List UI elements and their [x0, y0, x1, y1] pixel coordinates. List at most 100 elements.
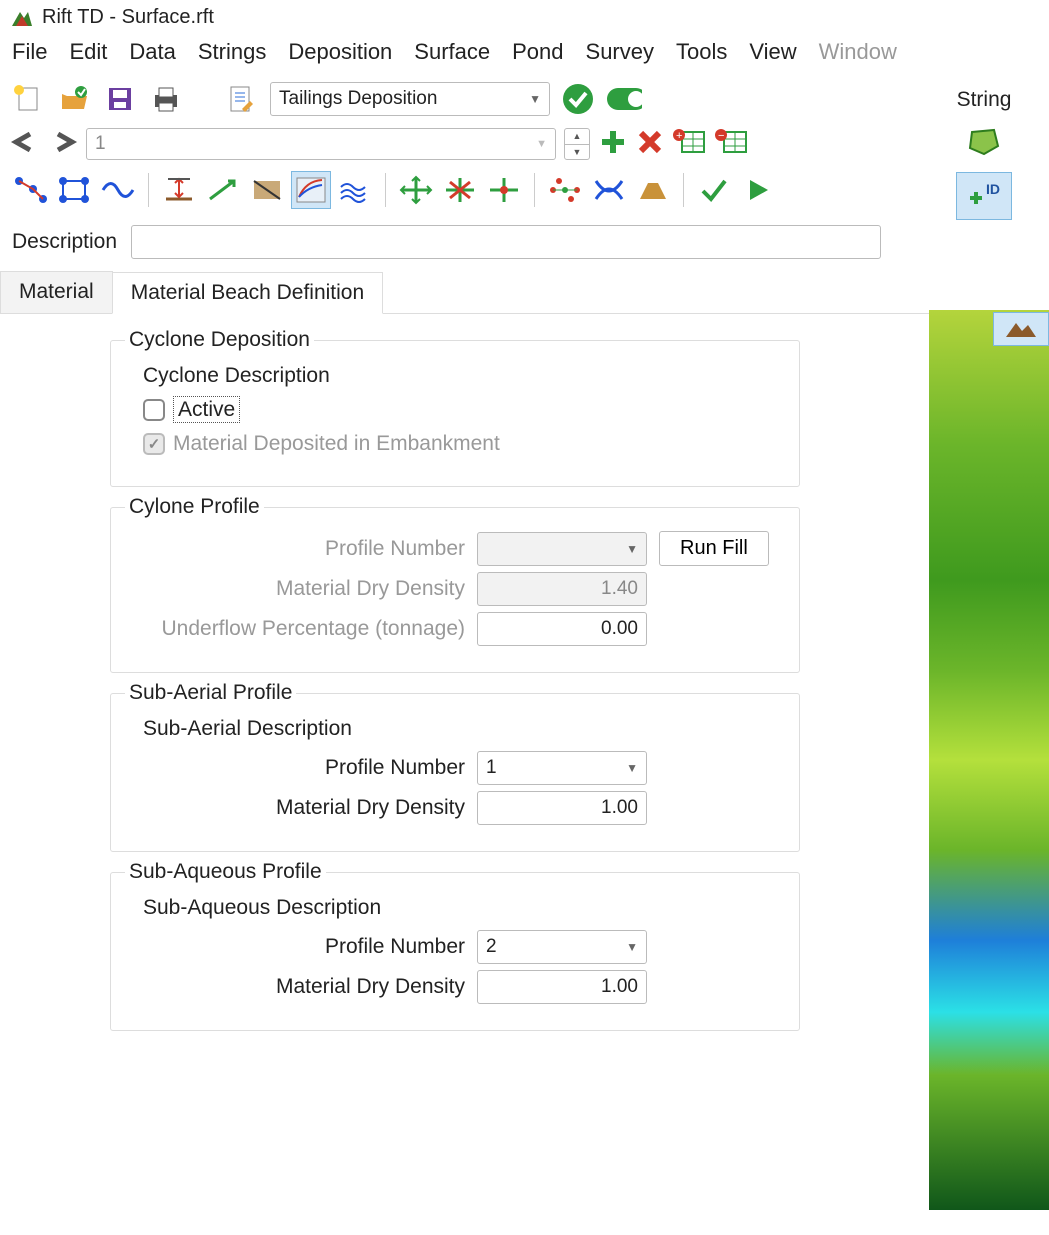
- menu-edit[interactable]: Edit: [69, 39, 107, 65]
- menu-window[interactable]: Window: [819, 39, 897, 65]
- delete-icon[interactable]: [636, 128, 664, 160]
- menu-pond[interactable]: Pond: [512, 39, 563, 65]
- intersect-icon[interactable]: [589, 171, 629, 209]
- profile-curve-icon[interactable]: [291, 171, 331, 209]
- nav-value: 1: [95, 133, 106, 155]
- cp-underflow-value: 0.00: [601, 618, 638, 640]
- embankment-checkbox-row: Material Deposited in Embankment: [143, 432, 785, 456]
- svg-text:−: −: [718, 130, 724, 142]
- cp-underflow-input[interactable]: 0.00: [477, 612, 647, 646]
- nav-spinner[interactable]: ▲ ▼: [564, 128, 590, 160]
- spread-icon[interactable]: [545, 171, 585, 209]
- embankment-checkbox: [143, 433, 165, 455]
- cyclone-profile-legend: Cylone Profile: [125, 495, 264, 519]
- tab-material[interactable]: Material: [0, 271, 113, 313]
- sq-density-input[interactable]: 1.00: [477, 970, 647, 1004]
- play-icon[interactable]: [738, 171, 778, 209]
- tab-beach[interactable]: Material Beach Definition: [112, 272, 383, 314]
- water-wave-icon[interactable]: [335, 171, 375, 209]
- subaqueous-group: Sub-Aqueous Profile Sub-Aqueous Descript…: [110, 860, 800, 1031]
- menu-data[interactable]: Data: [129, 39, 175, 65]
- menu-deposition[interactable]: Deposition: [288, 39, 392, 65]
- description-label: Description: [12, 230, 117, 254]
- cyclone-profile-group: Cylone Profile Profile Number ▼ Run Fill…: [110, 495, 800, 673]
- string-polygon-icon[interactable]: [956, 118, 1012, 166]
- check-icon[interactable]: [694, 171, 734, 209]
- add-icon[interactable]: [598, 127, 628, 161]
- elevation-icon[interactable]: [159, 171, 199, 209]
- right-panel-label: String: [957, 88, 1012, 112]
- app-icon: [10, 8, 34, 28]
- ron-down-icon: ▼: [626, 761, 638, 775]
- move-icon[interactable]: [396, 171, 436, 209]
- map-preview: [929, 310, 1049, 1210]
- cp-profile-label: Profile Number: [125, 537, 465, 561]
- spinner-up-icon[interactable]: ▲: [565, 129, 589, 145]
- sa-profile-combo[interactable]: 1 ▼: [477, 751, 647, 785]
- subaerial-heading: Sub-Aerial Description: [143, 717, 785, 741]
- sa-profile-value: 1: [486, 757, 497, 779]
- polygon-icon[interactable]: [54, 171, 94, 209]
- move-cross-icon[interactable]: [440, 171, 480, 209]
- cyclone-heading: Cyclone Description: [143, 364, 785, 388]
- svg-text:+: +: [676, 130, 682, 142]
- sq-profile-combo[interactable]: 2 ▼: [477, 930, 647, 964]
- subaqueous-heading: Sub-Aqueous Description: [143, 896, 785, 920]
- sq-profile-value: 2: [486, 936, 497, 958]
- sa-density-value: 1.00: [601, 797, 638, 819]
- menu-view[interactable]: View: [749, 39, 796, 65]
- window-title: Rift TD - Surface.rft: [42, 6, 214, 29]
- embankment-label: Material Deposited in Embankment: [173, 432, 500, 456]
- back-icon[interactable]: [10, 130, 40, 158]
- move-point-icon[interactable]: [484, 171, 524, 209]
- sa-density-label: Material Dry Density: [125, 796, 465, 820]
- menu-tools[interactable]: Tools: [676, 39, 727, 65]
- string-id-icon[interactable]: ID: [956, 172, 1012, 220]
- menu-survey[interactable]: Survey: [586, 39, 654, 65]
- new-icon[interactable]: [10, 81, 46, 117]
- open-icon[interactable]: [56, 81, 92, 117]
- chevron-down-icon: ▼: [529, 92, 541, 106]
- wave-icon[interactable]: [98, 171, 138, 209]
- active-checkbox-row[interactable]: Active: [143, 398, 785, 422]
- menu-strings[interactable]: Strings: [198, 39, 266, 65]
- embankment-icon[interactable]: [633, 171, 673, 209]
- sa-profile-label: Profile Number: [125, 756, 465, 780]
- cp-density-input: 1.40: [477, 572, 647, 606]
- print-icon[interactable]: [148, 81, 184, 117]
- apply-icon[interactable]: [560, 81, 596, 117]
- right-panel: String ID: [919, 88, 1049, 220]
- slope-up-icon[interactable]: [203, 171, 243, 209]
- svg-text:ID: ID: [986, 181, 1000, 197]
- terrain-icon[interactable]: [993, 312, 1049, 346]
- sa-density-input[interactable]: 1.00: [477, 791, 647, 825]
- tabs: Material Material Beach Definition: [0, 271, 1049, 314]
- cyclone-deposition-group: Cyclone Deposition Cyclone Description A…: [110, 328, 800, 487]
- table-add-icon[interactable]: +: [672, 128, 706, 160]
- sq-density-value: 1.00: [601, 976, 638, 998]
- nav-combo[interactable]: 1 ▼: [86, 128, 556, 160]
- cp-density-label: Material Dry Density: [125, 577, 465, 601]
- chevron-down-icon: ▼: [626, 542, 638, 556]
- polyline-icon[interactable]: [10, 171, 50, 209]
- profile-down-icon[interactable]: [247, 171, 287, 209]
- chevron-down-icon: ▼: [536, 138, 547, 150]
- forward-icon[interactable]: [48, 130, 78, 158]
- menu-surface[interactable]: Surface: [414, 39, 490, 65]
- toggle-icon[interactable]: [606, 81, 642, 117]
- edit-page-icon[interactable]: [224, 81, 260, 117]
- active-label: Active: [173, 396, 240, 423]
- cp-underflow-label: Underflow Percentage (tonnage): [125, 617, 465, 641]
- spinner-down-icon[interactable]: ▼: [565, 145, 589, 160]
- cp-density-value: 1.40: [601, 578, 638, 600]
- runfill-button[interactable]: Run Fill: [659, 531, 769, 566]
- layer-dropdown[interactable]: Tailings Deposition ▼: [270, 82, 550, 116]
- active-checkbox[interactable]: [143, 399, 165, 421]
- menubar: File Edit Data Strings Deposition Surfac…: [0, 35, 1049, 75]
- save-icon[interactable]: [102, 81, 138, 117]
- table-delete-icon[interactable]: −: [714, 128, 748, 160]
- deposition-toolbar: [0, 165, 1049, 219]
- description-input[interactable]: [131, 225, 881, 259]
- menu-file[interactable]: File: [12, 39, 47, 65]
- toolbar-main: Tailings Deposition ▼: [0, 75, 1049, 123]
